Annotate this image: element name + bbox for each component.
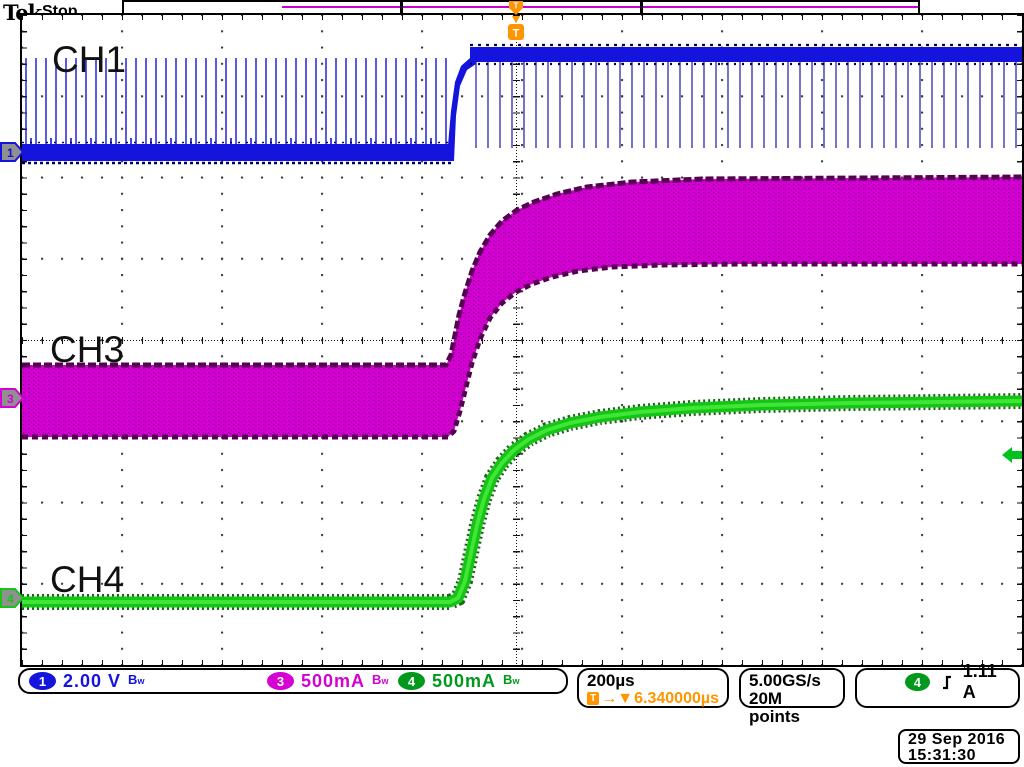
trigger-level-value: 1.11 A xyxy=(963,661,1010,703)
trigger-position-marker[interactable]: T T xyxy=(504,0,528,44)
trigger-position-prefix: →▼ xyxy=(601,690,633,707)
ch4-readout[interactable]: 4 500mA Bw xyxy=(398,672,519,690)
ch3-readout[interactable]: 3 500mA Bw xyxy=(267,672,388,690)
ch1-label: CH1 xyxy=(52,39,126,81)
trigger-level-arrow-icon xyxy=(1002,447,1022,463)
ch4-label: CH4 xyxy=(50,559,124,601)
trigger-flag-t-glyph: T xyxy=(513,28,520,40)
time-text: 15:31:30 xyxy=(908,748,1018,764)
ch3-label: CH3 xyxy=(50,329,124,371)
ch1-position-marker[interactable]: 1 xyxy=(0,141,24,163)
rising-edge-icon xyxy=(940,673,953,691)
ch1-badge: 1 xyxy=(29,672,56,690)
datetime-box: 29 Sep 2016 15:31:30 xyxy=(898,729,1020,764)
record-length: 20M points xyxy=(749,690,835,726)
waveform-display: CH1 CH3 CH4 xyxy=(20,13,1024,667)
ch4-marker-number: 4 xyxy=(7,592,14,606)
record-view-waveform xyxy=(282,6,918,8)
ch1-bandwidth-icon: Bw xyxy=(128,672,144,687)
trigger-position-value: 6.340000µs xyxy=(634,690,719,707)
ch1-readout[interactable]: 1 2.00 V Bw xyxy=(29,672,144,690)
ch3-bandwidth-icon: Bw xyxy=(372,672,388,687)
timebase-scale: 200µs xyxy=(587,672,719,690)
waveform-traces xyxy=(22,15,1022,665)
ch3-position-marker[interactable]: 3 xyxy=(0,387,24,409)
trigger-position-readout: T →▼ 6.340000µs xyxy=(587,690,719,707)
trigger-bar-t-glyph: T xyxy=(514,2,519,11)
ch1-scale: 2.00 V xyxy=(63,671,121,692)
trigger-source-badge: 4 xyxy=(905,673,930,691)
ch1-marker-number: 1 xyxy=(7,146,14,160)
trigger-t-icon: T xyxy=(587,692,599,705)
ch4-scale: 500mA xyxy=(432,671,496,692)
trigger-flag-arrow-icon xyxy=(512,16,520,23)
acquisition-readout-box: 5.00GS/s 20M points xyxy=(739,668,845,708)
ch4-badge: 4 xyxy=(398,672,425,690)
ch3-marker-number: 3 xyxy=(7,392,14,406)
sample-rate: 5.00GS/s xyxy=(749,672,835,690)
ch4-position-marker[interactable]: 4 xyxy=(0,587,24,609)
ch3-scale: 500mA xyxy=(301,671,365,692)
ch3-badge: 3 xyxy=(267,672,294,690)
trigger-level-arrow[interactable] xyxy=(1001,446,1023,464)
date-text: 29 Sep 2016 xyxy=(908,732,1018,748)
ch4-bandwidth-icon: Bw xyxy=(503,672,519,687)
trigger-readout-box[interactable]: 4 1.11 A xyxy=(855,668,1020,708)
timebase-readout-box[interactable]: 200µs T →▼ 6.340000µs xyxy=(577,668,729,708)
channel-readout-box: 1 2.00 V Bw 3 500mA Bw 4 500mA Bw xyxy=(18,668,568,694)
